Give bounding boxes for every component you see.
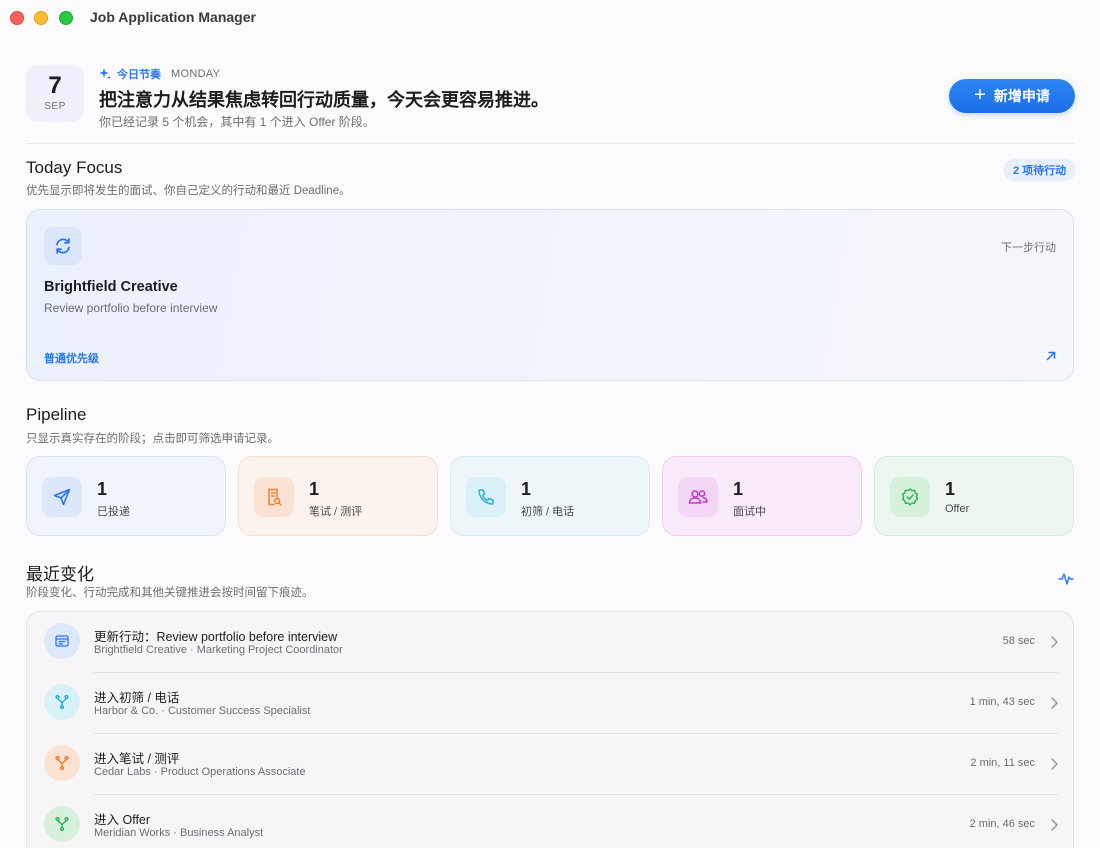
plus-icon: +	[974, 84, 986, 106]
stage-card-interviewing[interactable]: 1 面试中	[662, 456, 862, 536]
next-action-label: 下一步行动	[1001, 242, 1056, 254]
row-subtitle: Cedar Labs · Product Operations Associat…	[94, 766, 306, 778]
row-title: 进入笔试 / 测评	[94, 752, 180, 766]
open-arrow-icon[interactable]	[1045, 350, 1057, 362]
eyebrow-label: 今日节奏	[117, 69, 161, 81]
close-window-button[interactable]	[10, 11, 24, 25]
header-divider	[26, 143, 1074, 144]
refresh-icon	[44, 227, 82, 265]
row-subtitle: Meridian Works · Business Analyst	[94, 827, 264, 839]
app-window: Job Application Manager 7 SEP 今日节奏 MONDA…	[0, 0, 1100, 848]
stage-card-offer[interactable]: 1 Offer	[874, 456, 1074, 536]
focus-card[interactable]: 下一步行动 Brightfield Creative Review portfo…	[26, 209, 1074, 381]
row-title: 进入初筛 / 电话	[94, 691, 180, 705]
headline: 把注意力从结果焦虑转回行动质量，今天会更容易推进。	[99, 90, 549, 110]
eyebrow-weekday: MONDAY	[171, 68, 221, 80]
stage-count: 1	[733, 479, 744, 499]
list-item[interactable]: 更新行动：Review portfolio before interview B…	[27, 612, 1075, 673]
row-time: 2 min, 46 sec	[969, 818, 1035, 830]
stage-card-screening[interactable]: 1 初筛 / 电话	[450, 456, 650, 536]
today-focus-title: Today Focus	[26, 158, 123, 177]
new-application-button[interactable]: + 新增申请	[949, 79, 1075, 113]
stage-count: 1	[521, 479, 532, 499]
focus-task: Review portfolio before interview	[44, 301, 218, 315]
row-title: 更新行动：Review portfolio before interview	[94, 630, 338, 644]
row-time: 2 min, 11 sec	[970, 757, 1035, 769]
eyebrow: 今日节奏 MONDAY	[99, 66, 220, 82]
priority-label: 普通优先级	[44, 353, 99, 365]
stage-label: Offer	[945, 503, 970, 515]
stage-label: 初筛 / 电话	[521, 506, 575, 518]
document-search-icon	[254, 477, 294, 517]
paper-plane-icon	[42, 477, 82, 517]
today-focus-subtitle: 优先显示即将发生的面试、你自己定义的行动和最近 Deadline。	[26, 185, 351, 197]
summary-line: 你已经记录 5 个机会，其中有 1 个进入 Offer 阶段。	[99, 115, 375, 129]
stage-count: 1	[945, 479, 956, 499]
chevron-right-icon	[1051, 697, 1059, 709]
branch-icon	[44, 806, 80, 842]
stage-count: 1	[309, 479, 320, 499]
zoom-window-button[interactable]	[59, 11, 73, 25]
recent-changes-subtitle: 阶段变化、行动完成和其他关键推进会按时间留下痕迹。	[26, 587, 314, 599]
branch-icon	[44, 745, 80, 781]
row-time: 58 sec	[1002, 635, 1035, 647]
date-card: 7 SEP	[26, 65, 84, 122]
new-application-label: 新增申请	[993, 88, 1050, 104]
pipeline-subtitle: 只显示真实存在的阶段；点击即可筛选申请记录。	[26, 433, 279, 445]
row-time: 1 min, 43 sec	[969, 696, 1035, 708]
focus-company: Brightfield Creative	[44, 279, 178, 295]
minimize-window-button[interactable]	[34, 11, 48, 25]
date-month: SEP	[44, 101, 66, 112]
window-title: Job Application Manager	[90, 9, 256, 25]
pending-actions-badge[interactable]: 2 项待行动	[1003, 159, 1077, 181]
pipeline-title: Pipeline	[26, 405, 87, 424]
stage-card-applied[interactable]: 1 已投递	[26, 456, 226, 536]
row-subtitle: Brightfield Creative · Marketing Project…	[94, 644, 343, 656]
chevron-right-icon	[1051, 819, 1059, 831]
row-subtitle: Harbor & Co. · Customer Success Speciali…	[94, 705, 311, 717]
recent-changes-list: 更新行动：Review portfolio before interview B…	[26, 611, 1074, 848]
stage-label: 笔试 / 测评	[309, 506, 363, 518]
chevron-right-icon	[1051, 636, 1059, 648]
recent-changes-title: 最近变化	[26, 565, 94, 584]
stage-count: 1	[97, 479, 108, 499]
activity-pulse-icon[interactable]	[1058, 571, 1074, 587]
list-item[interactable]: 进入笔试 / 测评 Cedar Labs · Product Operation…	[27, 734, 1075, 795]
list-item[interactable]: 进入初筛 / 电话 Harbor & Co. · Customer Succes…	[27, 673, 1075, 734]
check-seal-icon	[890, 477, 930, 517]
list-item[interactable]: 进入 Offer Meridian Works · Business Analy…	[27, 795, 1075, 848]
stage-label: 已投递	[97, 506, 130, 518]
row-title: 进入 Offer	[94, 813, 151, 827]
date-day: 7	[48, 72, 62, 99]
stage-label: 面试中	[733, 506, 766, 518]
chevron-right-icon	[1051, 758, 1059, 770]
note-icon	[44, 623, 80, 659]
stage-card-assessment[interactable]: 1 笔试 / 测评	[238, 456, 438, 536]
sparkle-icon	[99, 68, 111, 80]
title-bar: Job Application Manager	[0, 0, 1100, 36]
phone-icon	[466, 477, 506, 517]
people-icon	[678, 477, 718, 517]
branch-icon	[44, 684, 80, 720]
